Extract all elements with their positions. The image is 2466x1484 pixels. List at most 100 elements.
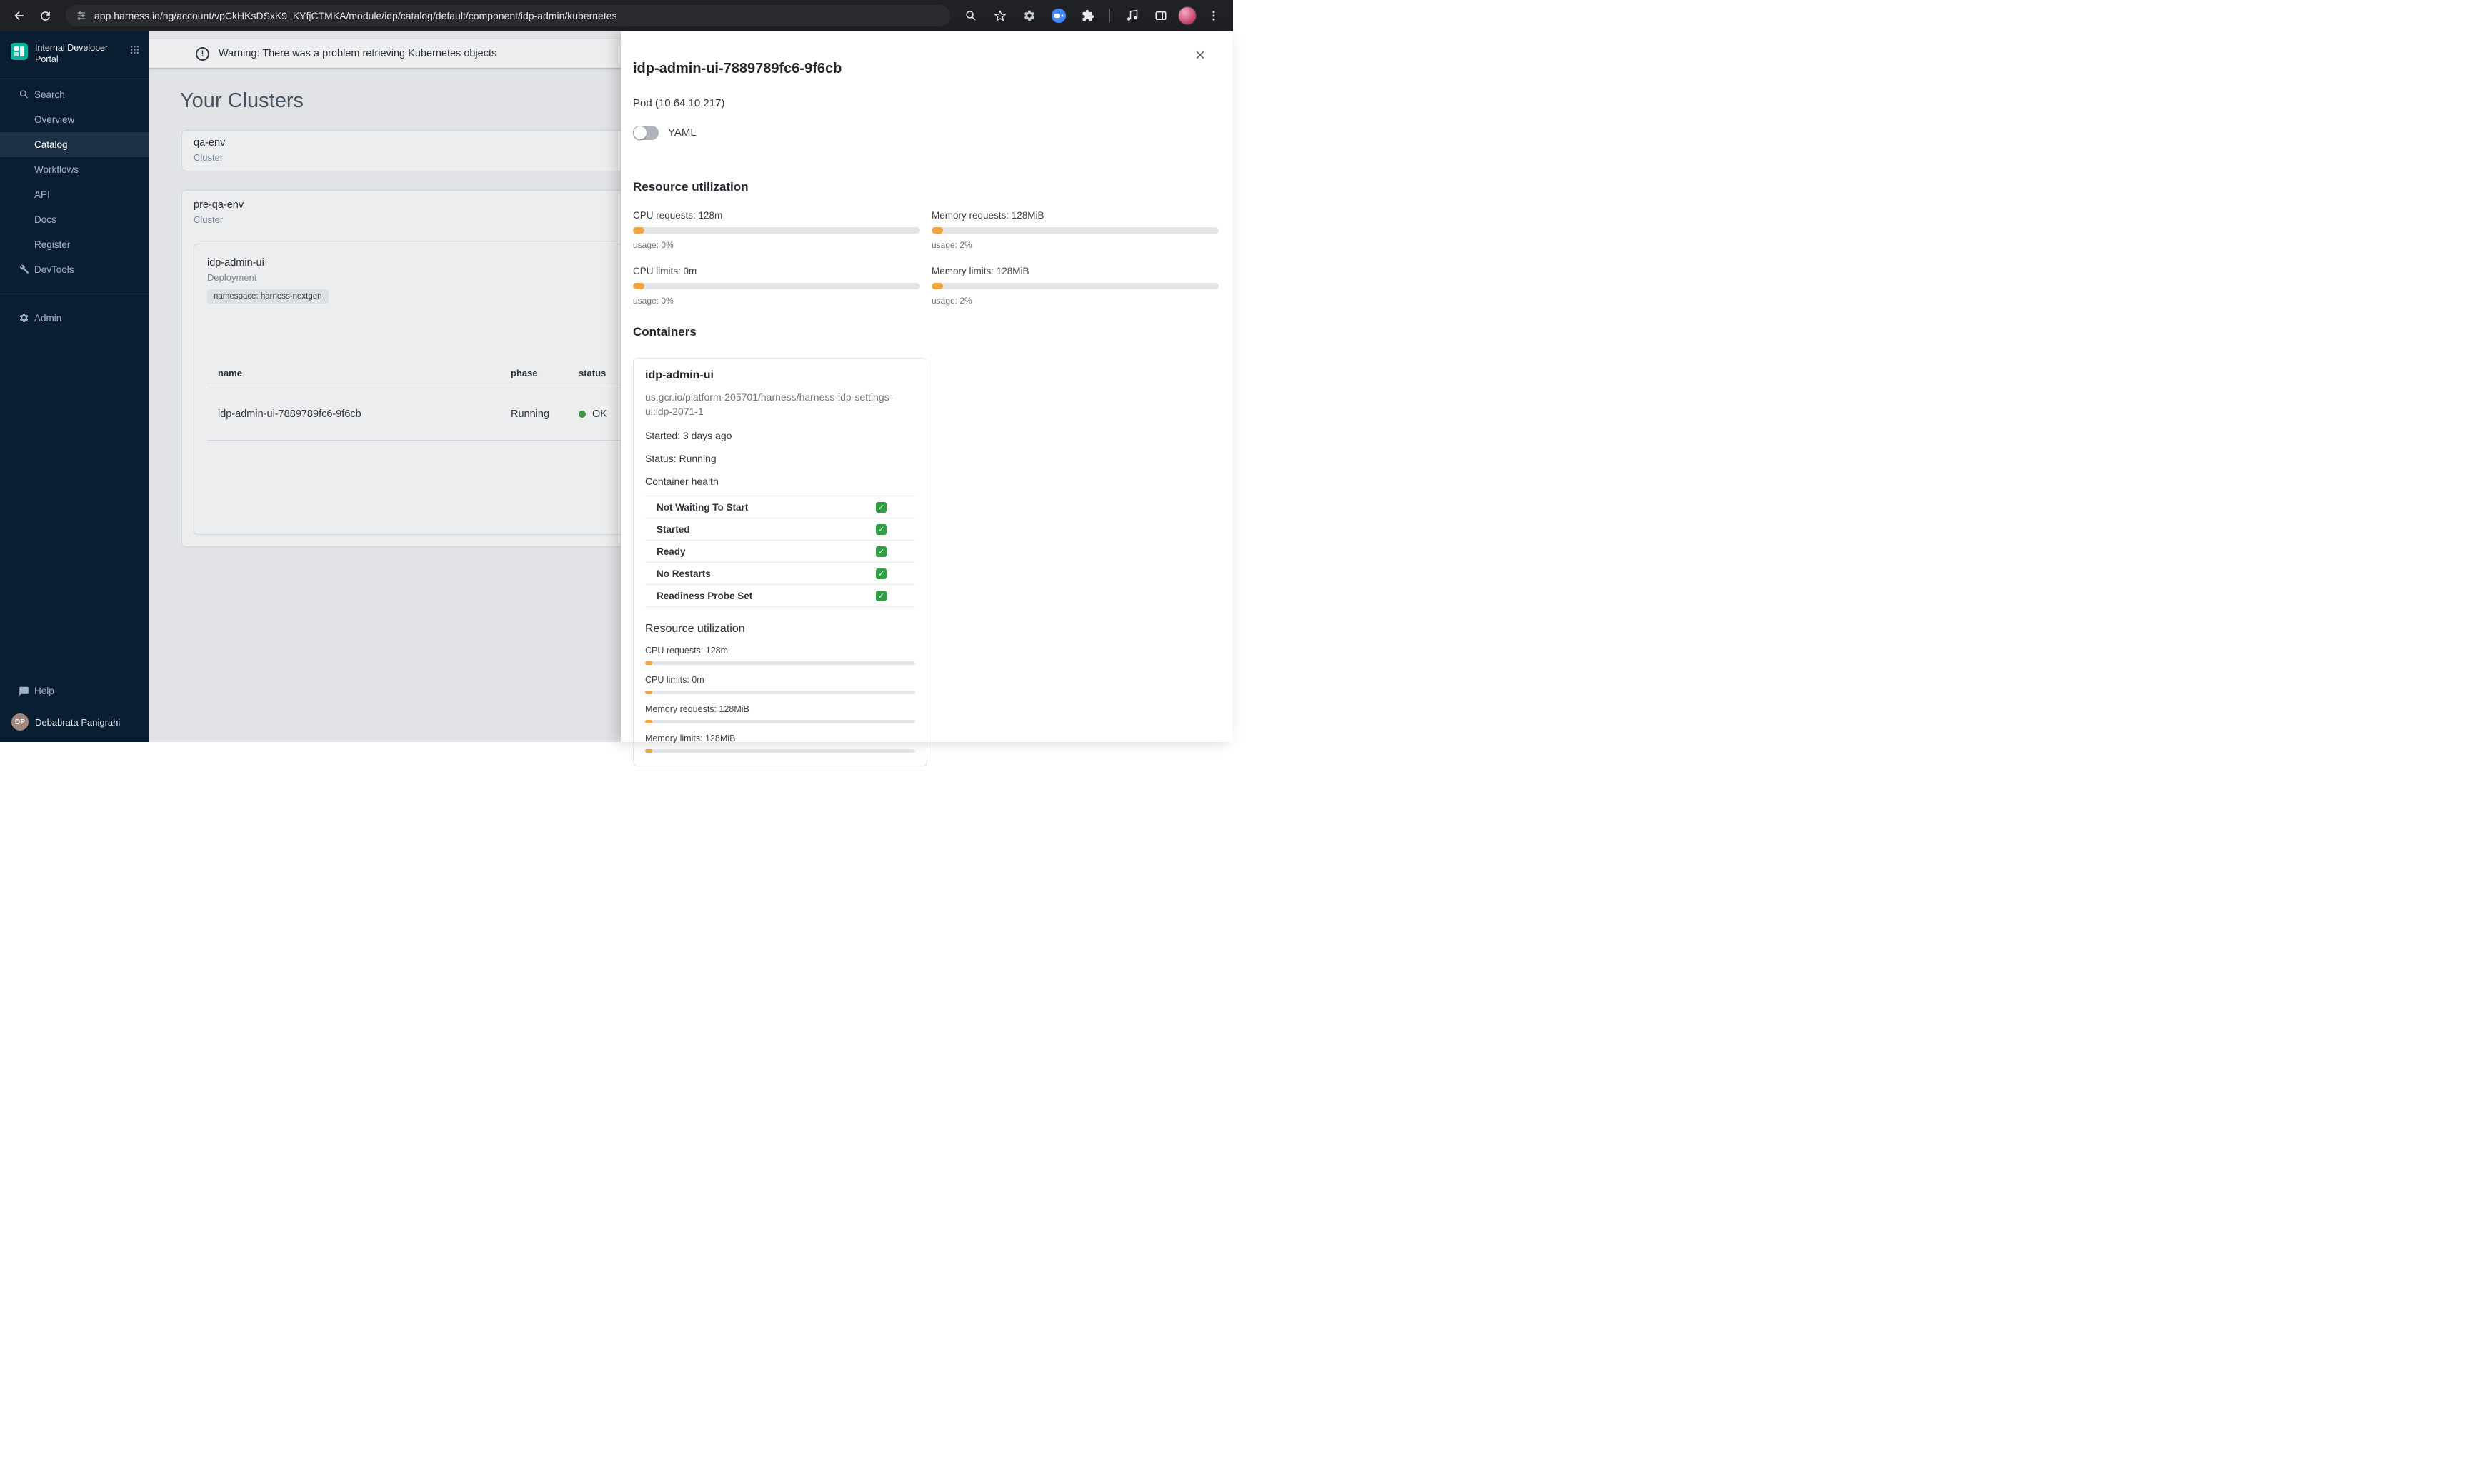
container-metric-memory-limits: Memory limits: 128MiB xyxy=(645,733,915,753)
gear-icon xyxy=(19,313,29,324)
site-info-icon[interactable] xyxy=(76,10,87,21)
user-menu[interactable]: DP Debabrata Panigrahi xyxy=(0,703,149,733)
kebab-menu-icon xyxy=(1212,11,1215,21)
column-header-name: name xyxy=(218,368,242,378)
sidebar-item-label: DevTools xyxy=(34,264,74,275)
extension-settings-button[interactable] xyxy=(1017,4,1042,28)
back-button[interactable] xyxy=(7,4,31,28)
sidebar-item-devtools[interactable]: DevTools xyxy=(0,257,149,282)
sidebar-item-label: Register xyxy=(34,239,71,250)
sidebar-item-register[interactable]: Register xyxy=(0,232,149,257)
status-ok-dot xyxy=(579,411,586,418)
progress-bar xyxy=(932,226,1219,234)
check-icon: ✓ xyxy=(876,501,887,513)
yaml-toggle-row: YAML xyxy=(633,125,1219,140)
metric-memory-limits: Memory limits: 128MiB usage: 2% xyxy=(932,266,1219,306)
sidebar-item-help[interactable]: Help xyxy=(0,678,149,703)
sidebar-item-search[interactable]: Search xyxy=(0,82,149,107)
browser-toolbar-icons xyxy=(959,4,1226,28)
check-icon: ✓ xyxy=(876,568,887,579)
progress-fill xyxy=(932,226,943,234)
health-row: Not Waiting To Start ✓ xyxy=(645,496,915,519)
help-chat-icon xyxy=(19,686,29,696)
containers-heading: Containers xyxy=(633,324,697,339)
apps-grid-icon[interactable] xyxy=(129,44,140,55)
search-button[interactable] xyxy=(959,4,983,28)
side-panel-icon xyxy=(1155,11,1167,20)
sidebar-item-label: Catalog xyxy=(34,139,68,150)
sidebar-item-label: API xyxy=(34,189,50,200)
progress-bar xyxy=(645,691,915,695)
container-status: Status: Running xyxy=(645,453,717,465)
progress-bar xyxy=(645,720,915,724)
container-name: idp-admin-ui xyxy=(645,369,714,381)
sidebar-item-catalog[interactable]: Catalog xyxy=(0,131,149,157)
url-bar[interactable]: app.harness.io/ng/account/vpCkHKsDSxK9_K… xyxy=(66,5,950,26)
yaml-toggle[interactable] xyxy=(633,125,659,140)
search-icon xyxy=(966,11,976,21)
metric-cpu-limits: CPU limits: 0m usage: 0% xyxy=(633,266,920,306)
sidebar-item-label: Search xyxy=(34,89,65,100)
progress-fill xyxy=(633,226,644,234)
bookmark-star-icon xyxy=(994,10,1007,21)
toolbar-divider xyxy=(1109,9,1110,22)
progress-bar xyxy=(932,282,1219,289)
sidebar-bottom: Help DP Debabrata Panigrahi xyxy=(0,678,149,742)
side-panel-button[interactable] xyxy=(1149,4,1173,28)
column-header-phase: phase xyxy=(511,368,538,378)
health-row: Started ✓ xyxy=(645,518,915,541)
sidebar-item-api[interactable]: API xyxy=(0,182,149,207)
metric-cpu-requests: CPU requests: 128m usage: 0% xyxy=(633,210,920,250)
container-metric-cpu-limits: CPU limits: 0m xyxy=(645,675,915,695)
profile-avatar[interactable] xyxy=(1178,6,1197,25)
reload-button[interactable] xyxy=(33,4,57,28)
media-controls-button[interactable] xyxy=(1119,4,1144,28)
check-icon: ✓ xyxy=(876,546,887,557)
progress-fill xyxy=(932,282,943,289)
pod-details-drawer: idp-admin-ui-7889789fc6-9f6cb × Pod (10.… xyxy=(621,31,1233,767)
extensions-puzzle-icon xyxy=(1082,9,1094,21)
sidebar-item-label: Workflows xyxy=(34,164,79,175)
browser-chrome: app.harness.io/ng/account/vpCkHKsDSxK9_K… xyxy=(0,0,1233,31)
container-card: idp-admin-ui us.gcr.io/platform-205701/h… xyxy=(633,357,927,767)
sidebar-item-label: Admin xyxy=(34,312,62,324)
back-arrow-icon xyxy=(14,11,24,21)
help-label: Help xyxy=(34,686,54,696)
sidebar-item-overview[interactable]: Overview xyxy=(0,107,149,132)
yaml-toggle-label: YAML xyxy=(668,126,697,139)
warning-icon: ! xyxy=(196,46,209,61)
progress-fill xyxy=(645,661,652,666)
close-icon[interactable]: × xyxy=(1189,44,1212,67)
health-row: Ready ✓ xyxy=(645,541,915,563)
container-health-list: Not Waiting To Start ✓ Started ✓ Ready ✓… xyxy=(645,496,915,608)
url-text: app.harness.io/ng/account/vpCkHKsDSxK9_K… xyxy=(94,10,617,21)
check-icon: ✓ xyxy=(876,523,887,535)
metric-memory-requests: Memory requests: 128MiB usage: 2% xyxy=(932,210,1219,250)
idp-logo-icon xyxy=(11,43,28,60)
container-resource-heading: Resource utilization xyxy=(645,623,745,636)
sidebar-item-admin[interactable]: Admin xyxy=(0,306,149,331)
sidebar-item-label: Overview xyxy=(34,114,75,125)
wrench-icon xyxy=(19,264,29,275)
drawer-title: idp-admin-ui-7889789fc6-9f6cb xyxy=(633,60,842,76)
status-label: OK xyxy=(592,408,607,420)
sidebar-item-docs[interactable]: Docs xyxy=(0,207,149,232)
progress-fill xyxy=(633,282,644,289)
pod-subtitle: Pod (10.64.10.217) xyxy=(633,96,725,109)
resource-metrics: CPU requests: 128m usage: 0% Memory requ… xyxy=(633,210,1219,306)
gear-icon xyxy=(1024,10,1035,21)
zoom-extension-icon xyxy=(1051,8,1067,24)
browser-menu-button[interactable] xyxy=(1202,4,1226,28)
toggle-knob xyxy=(634,126,647,139)
namespace-chip: namespace: harness-nextgen xyxy=(207,289,329,304)
progress-fill xyxy=(645,691,652,695)
container-started: Started: 3 days ago xyxy=(645,430,732,442)
extensions-button[interactable] xyxy=(1076,4,1100,28)
sidebar-item-workflows[interactable]: Workflows xyxy=(0,157,149,182)
bookmark-button[interactable] xyxy=(988,4,1012,28)
resource-utilization-heading: Resource utilization xyxy=(633,179,749,194)
zoom-extension-button[interactable] xyxy=(1047,4,1071,28)
check-icon: ✓ xyxy=(876,590,887,601)
health-row: No Restarts ✓ xyxy=(645,563,915,586)
search-icon xyxy=(19,89,29,100)
